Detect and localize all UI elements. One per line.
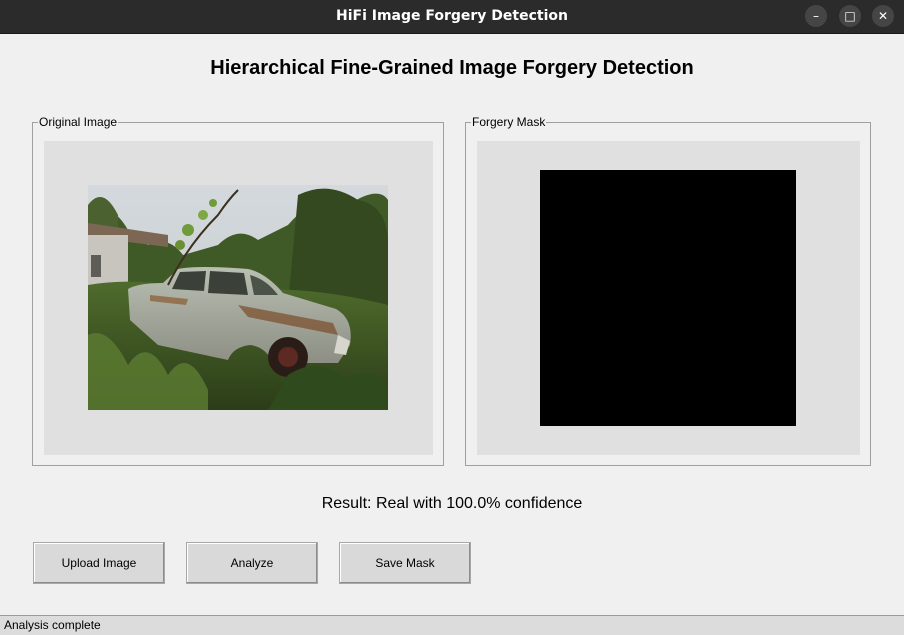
maximize-icon[interactable]: □	[839, 5, 861, 27]
forgery-mask-image	[540, 170, 796, 426]
original-image-canvas	[44, 141, 433, 455]
page-title: Hierarchical Fine-Grained Image Forgery …	[210, 57, 694, 79]
result-label: Result: Real with 100.0% confidence	[321, 495, 583, 512]
upload-image-button[interactable]: Upload Image	[33, 542, 165, 584]
minimize-icon[interactable]: –	[805, 5, 827, 27]
close-icon[interactable]: ✕	[872, 5, 894, 27]
analyze-button[interactable]: Analyze	[186, 542, 318, 584]
original-image-label: Original Image	[38, 115, 119, 129]
forgery-mask-canvas	[477, 141, 860, 455]
status-bar: Analysis complete	[0, 615, 904, 635]
forgery-mask-label: Forgery Mask	[471, 115, 547, 129]
main-window: Hierarchical Fine-Grained Image Forgery …	[0, 34, 904, 635]
save-mask-button[interactable]: Save Mask	[339, 542, 471, 584]
title-bar[interactable]: HiFi Image Forgery Detection – □ ✕	[0, 0, 904, 34]
original-image	[88, 185, 388, 410]
window-title: HiFi Image Forgery Detection	[335, 8, 568, 24]
original-image-frame: Original Image	[32, 115, 444, 466]
forgery-mask-frame: Forgery Mask	[465, 115, 871, 466]
